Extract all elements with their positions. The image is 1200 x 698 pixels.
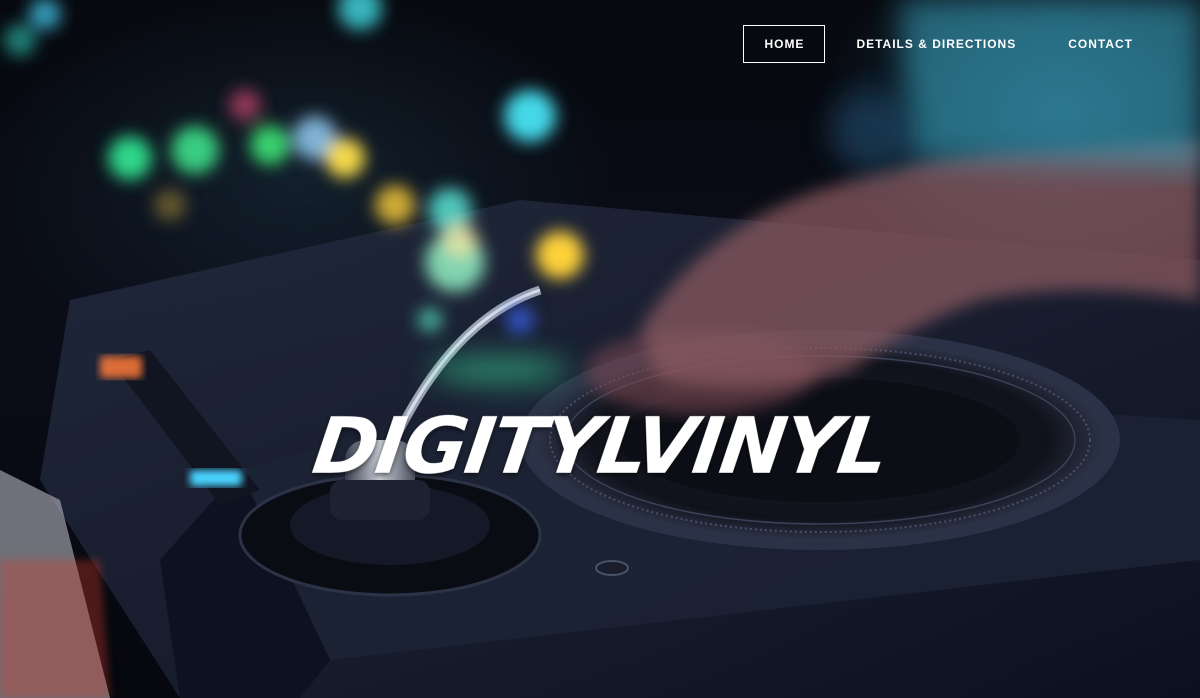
site-brand-title: DIGITYLVINYL [307,402,893,492]
nav-contact-link[interactable]: CONTACT [1047,25,1154,63]
main-nav: HOME DETAILS & DIRECTIONS CONTACT [743,25,1154,63]
hero-background [0,0,1200,698]
nav-details-directions-link[interactable]: DETAILS & DIRECTIONS [835,25,1037,63]
dj-turntable-photo [0,0,1200,698]
nav-home-link[interactable]: HOME [743,25,826,63]
